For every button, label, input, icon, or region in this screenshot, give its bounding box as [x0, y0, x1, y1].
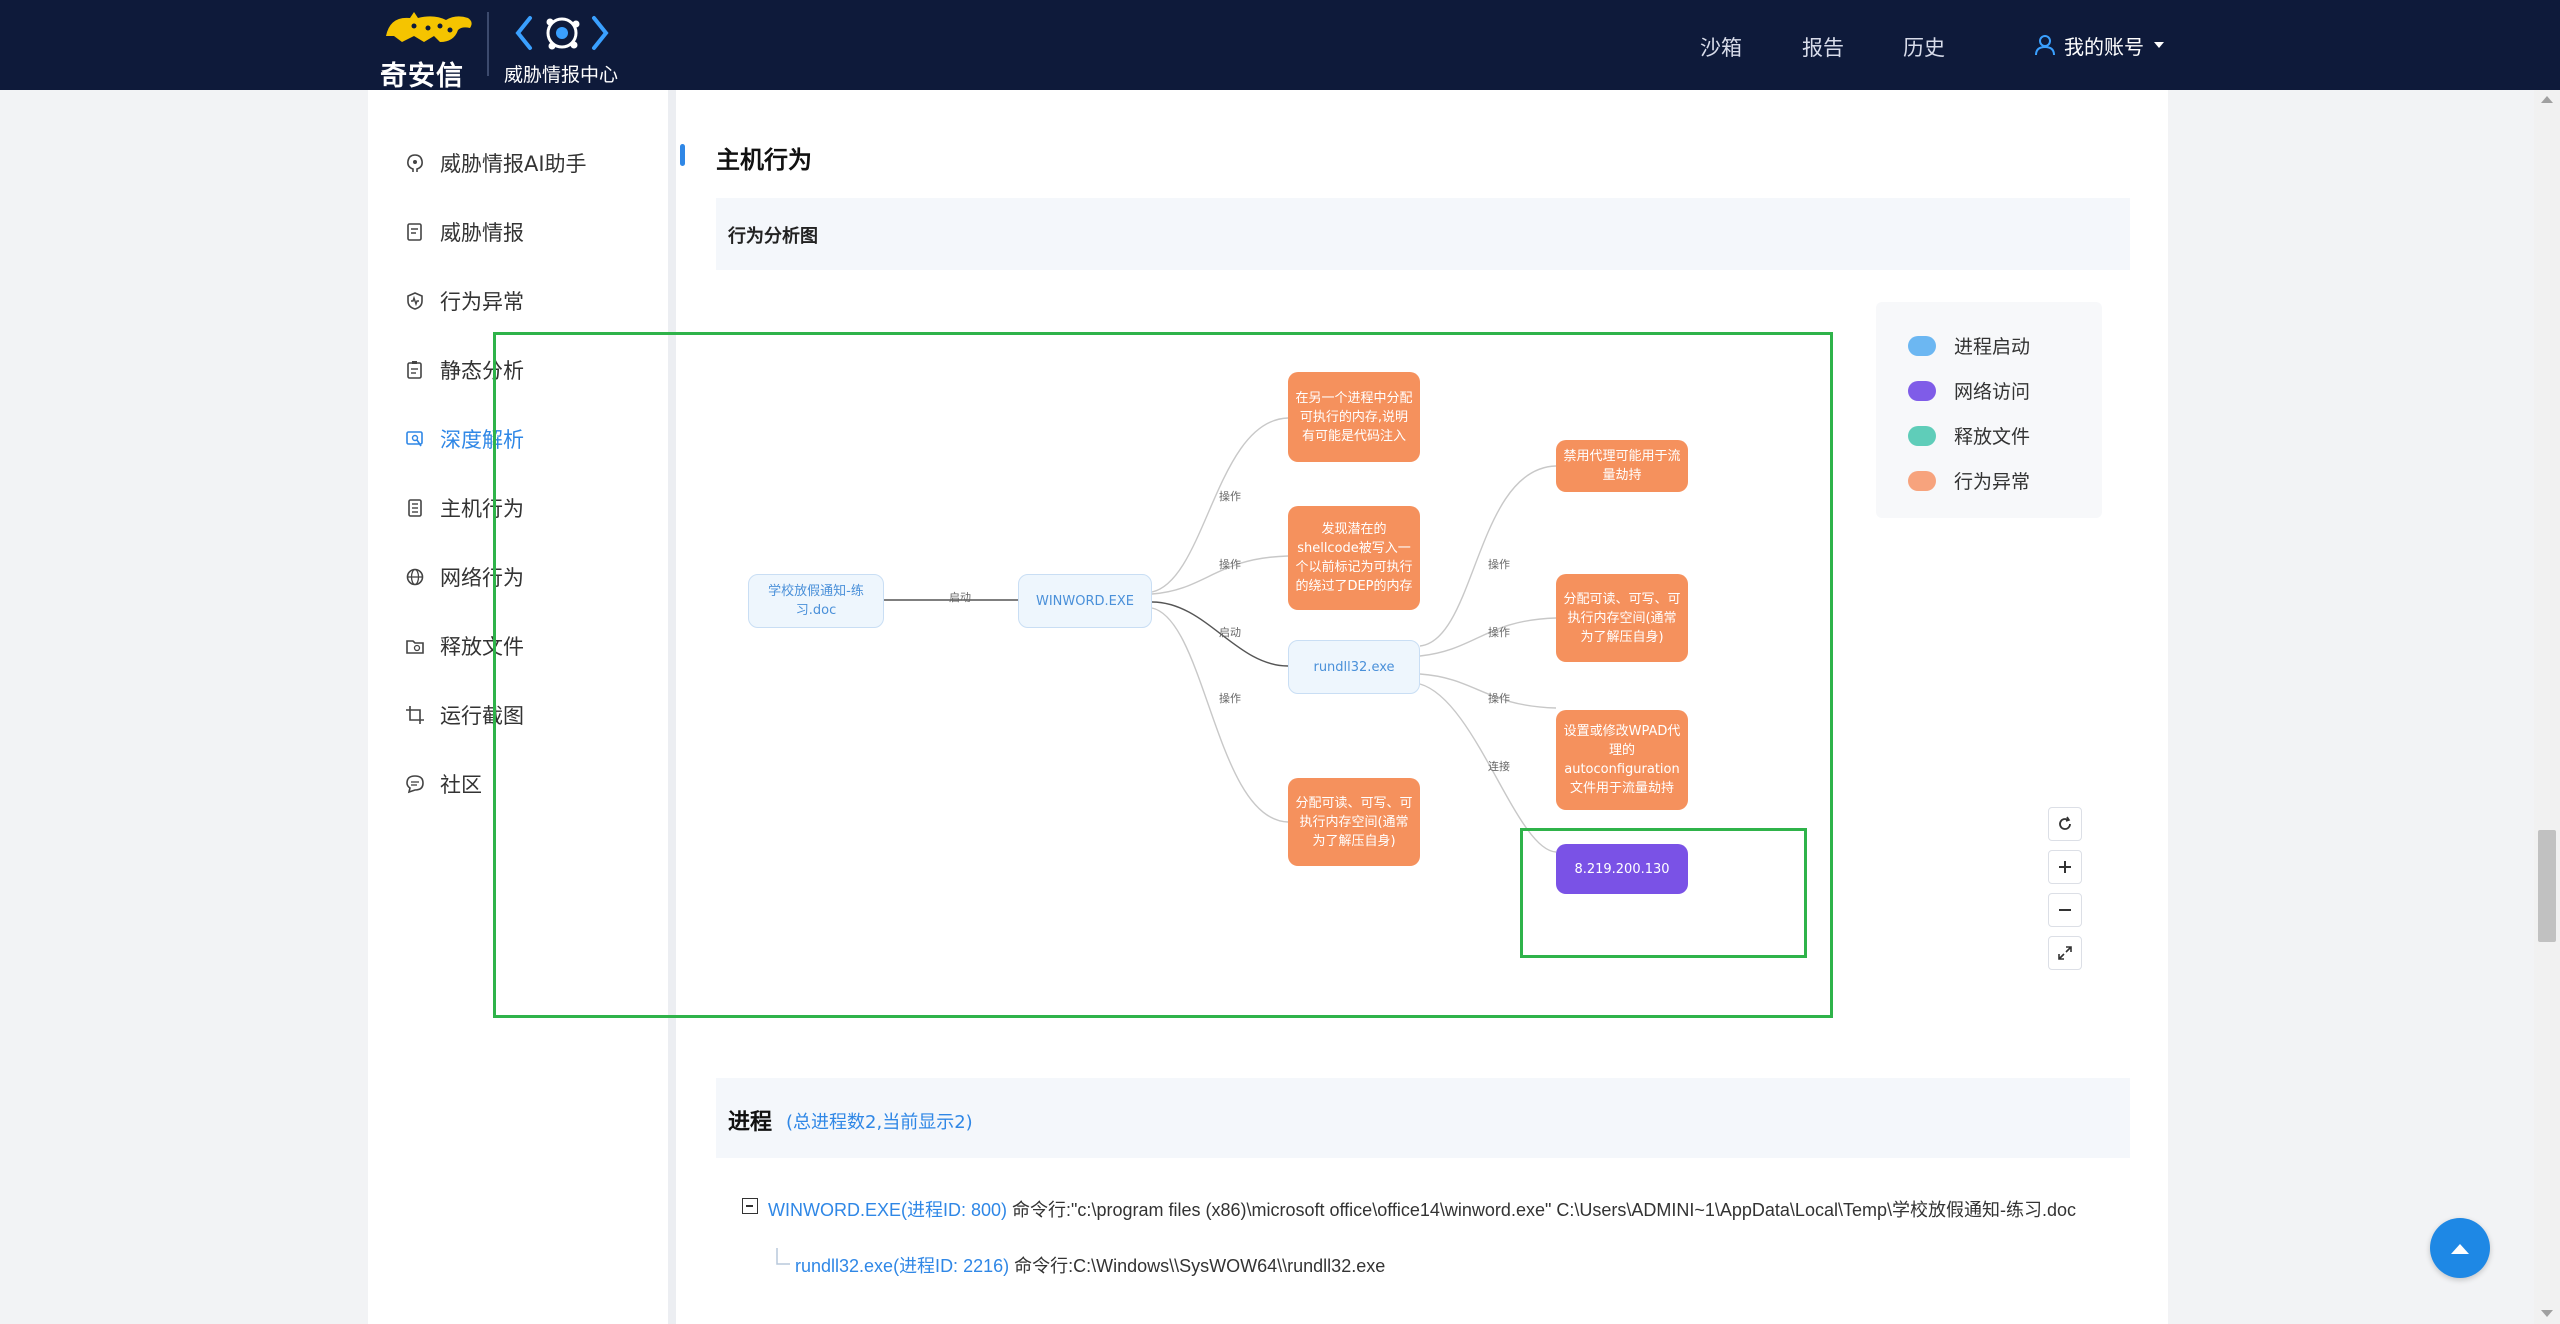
process-cmdline: 命令行:C:\Windows\\SysWOW64\\rundll32.exe	[1014, 1256, 1386, 1276]
legend-item[interactable]: 行为异常	[1908, 467, 2030, 494]
chat-icon	[404, 773, 426, 795]
legend-item[interactable]: 进程启动	[1908, 332, 2030, 359]
sidebar-item-label: 行为异常	[440, 290, 524, 314]
collapse-toggle-icon[interactable]	[742, 1198, 758, 1214]
sidebar-item-label: 威胁情报AI助手	[440, 152, 587, 176]
ai-brain-icon	[404, 152, 426, 174]
account-label: 我的账号	[2064, 34, 2144, 59]
legend-swatch	[1908, 335, 1936, 356]
process-count: (总进程数2,当前显示2)	[786, 1112, 973, 1133]
back-to-top-button[interactable]	[2430, 1218, 2490, 1278]
product-name: 威胁情报中心	[504, 64, 619, 86]
highlight-box-ip-node	[1520, 828, 1807, 958]
zoom-out-button[interactable]	[2048, 893, 2082, 927]
sidebar-item-behavior-anomaly[interactable]: 行为异常	[404, 281, 524, 321]
sidebar-item-community[interactable]: 社区	[404, 764, 482, 804]
zoom-in-button[interactable]	[2048, 850, 2082, 884]
tree-connector	[776, 1248, 790, 1265]
report-icon	[404, 221, 426, 243]
process-row: rundll32.exe(进程ID: 2216) 命令行:C:\Windows\…	[795, 1252, 1385, 1278]
crop-icon	[404, 704, 426, 726]
legend-swatch	[1908, 470, 1936, 491]
subsection-title: 行为分析图	[728, 226, 818, 247]
section-title: 主机行为	[716, 146, 812, 174]
deep-analysis-icon	[404, 428, 426, 450]
fullscreen-button[interactable]	[2048, 936, 2082, 970]
scroll-down-icon[interactable]	[2541, 1310, 2553, 1317]
sidebar-item-ai-assistant[interactable]: 威胁情报AI助手	[404, 143, 587, 183]
legend-label: 网络访问	[1954, 381, 2031, 403]
process-row: WINWORD.EXE(进程ID: 800) 命令行:"c:\program f…	[768, 1196, 2076, 1222]
scrollbar-thumb[interactable]	[2538, 830, 2556, 942]
refresh-icon	[2059, 816, 2071, 830]
process-section-header: 进程 (总进程数2,当前显示2)	[716, 1078, 2130, 1158]
account-menu[interactable]: 我的账号	[2034, 30, 2164, 60]
chevron-down-icon	[2154, 42, 2164, 48]
legend-label: 释放文件	[1954, 426, 2031, 448]
scroll-up-icon[interactable]	[2541, 96, 2553, 103]
logo-divider	[487, 12, 489, 76]
leopard-logo-icon	[386, 12, 472, 42]
sidebar-item-label: 社区	[440, 773, 482, 797]
nav-report[interactable]: 报告	[1802, 32, 1844, 62]
legend-item[interactable]: 释放文件	[1908, 422, 2030, 449]
minus-icon	[2059, 909, 2071, 911]
folder-icon	[404, 635, 426, 657]
graph-legend: 进程启动 网络访问 释放文件 行为异常	[1876, 302, 2102, 518]
user-icon	[2035, 35, 2055, 56]
page-scrollbar[interactable]	[2534, 90, 2560, 1324]
legend-label: 进程启动	[1954, 336, 2031, 358]
qianxin-logo[interactable]: 奇安信	[380, 8, 490, 92]
threat-intel-logo-icon	[515, 16, 609, 50]
section-marker	[680, 144, 685, 166]
process-link[interactable]: WINWORD.EXE(进程ID: 800)	[768, 1200, 1007, 1220]
reset-graph-button[interactable]	[2048, 807, 2082, 841]
logo-text: 奇安信	[380, 61, 464, 92]
host-icon	[404, 497, 426, 519]
nav-sandbox[interactable]: 沙箱	[1700, 32, 1742, 62]
legend-swatch	[1908, 425, 1936, 446]
process-title: 进程	[728, 1110, 773, 1135]
plus-icon	[2059, 861, 2071, 873]
top-navbar: 奇安信 威胁情报中心 沙箱 报告 历史 我的账号	[0, 0, 2560, 92]
expand-icon	[2058, 946, 2072, 960]
sidebar-item-label: 威胁情报	[440, 221, 524, 245]
legend-label: 行为异常	[1954, 471, 2031, 493]
arrow-up-icon	[2451, 1244, 2469, 1254]
subsection-header: 行为分析图	[716, 198, 2130, 270]
legend-swatch	[1908, 380, 1936, 401]
nav-history[interactable]: 历史	[1903, 32, 1945, 62]
clipboard-icon	[404, 359, 426, 381]
shield-pulse-icon	[404, 290, 426, 312]
legend-item[interactable]: 网络访问	[1908, 377, 2030, 404]
sidebar-item-threat-intel[interactable]: 威胁情报	[404, 212, 524, 252]
network-globe-icon	[404, 566, 426, 588]
process-cmdline: 命令行:"c:\program files (x86)\microsoft of…	[1012, 1200, 2076, 1220]
process-link[interactable]: rundll32.exe(进程ID: 2216)	[795, 1256, 1009, 1276]
